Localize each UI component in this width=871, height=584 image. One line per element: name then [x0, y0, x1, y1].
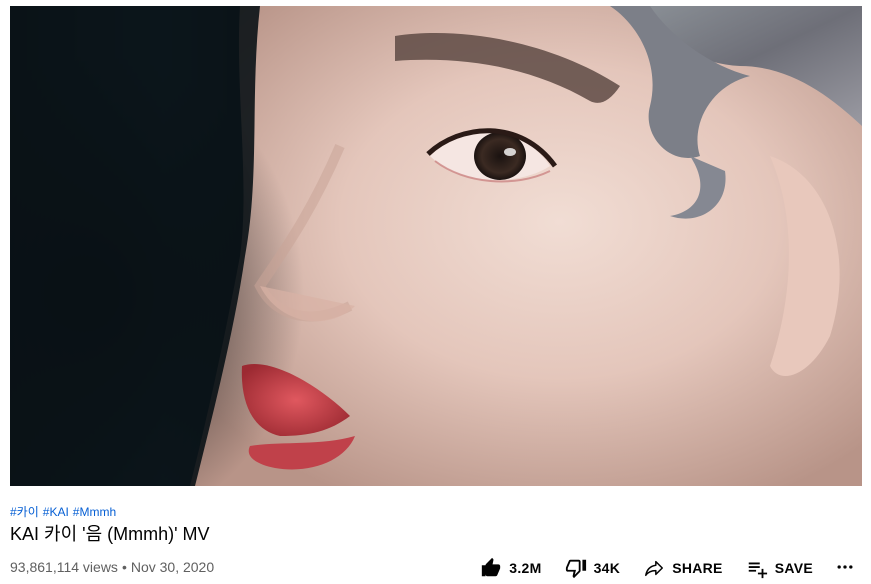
video-meta: 93,861,114 views • Nov 30, 2020: [10, 558, 214, 576]
more-horizontal-icon: [835, 557, 855, 580]
hashtag-link[interactable]: #Mmmh: [73, 505, 116, 519]
thumbs-down-icon: [564, 556, 588, 580]
save-label: SAVE: [774, 560, 813, 576]
view-count: 93,861,114 views: [10, 559, 118, 575]
hashtag-link[interactable]: #카이: [10, 505, 39, 519]
hashtag-list: #카이 #KAI #Mmmh: [10, 504, 120, 520]
hashtag-link[interactable]: #KAI: [43, 505, 69, 519]
action-bar: 3.2M 34K SHARE SAVE: [479, 556, 857, 580]
meta-separator: •: [121, 559, 127, 575]
share-arrow-icon: [642, 556, 666, 580]
video-player[interactable]: [10, 6, 862, 486]
dislike-count: 34K: [593, 560, 621, 576]
share-button[interactable]: SHARE: [642, 556, 723, 580]
upload-date: Nov 30, 2020: [130, 559, 215, 575]
save-button[interactable]: SAVE: [745, 556, 813, 580]
dislike-button[interactable]: 34K: [564, 556, 621, 580]
share-label: SHARE: [672, 560, 723, 576]
like-button[interactable]: 3.2M: [479, 556, 541, 580]
more-actions-button[interactable]: [833, 556, 857, 580]
thumbs-up-icon: [479, 556, 503, 580]
video-title: KAI 카이 '음 (Mmmh)' MV: [10, 524, 210, 544]
playlist-add-icon: [745, 556, 769, 580]
video-frame-image: [10, 6, 862, 486]
like-count: 3.2M: [509, 560, 542, 576]
